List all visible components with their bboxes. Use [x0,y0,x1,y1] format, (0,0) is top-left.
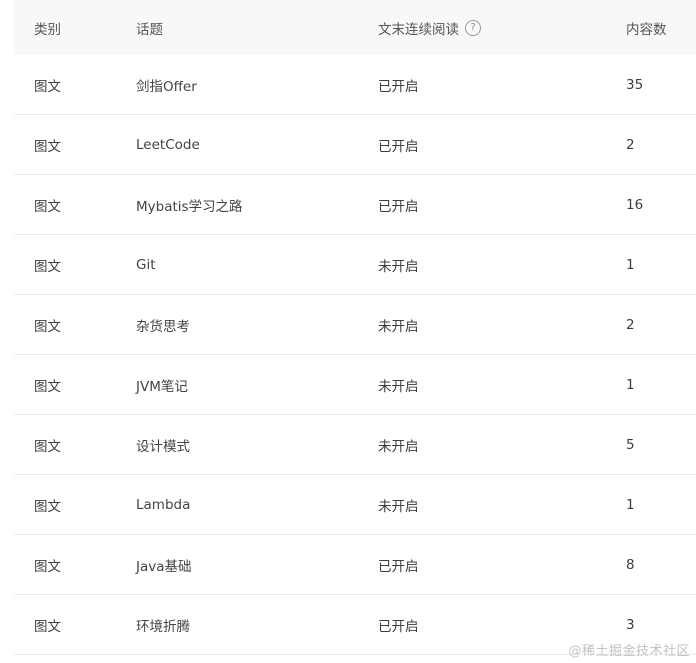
row-category: 图文 [34,258,61,275]
row-count: 1 [626,496,635,513]
row-category: 图文 [34,318,61,335]
table-row[interactable]: 图文 JVM笔记 未开启 1 [14,355,696,415]
row-category: 图文 [34,438,61,455]
row-topic: Git [136,256,156,273]
row-category: 图文 [34,498,61,515]
row-count: 5 [626,436,635,453]
header-category: 类别 [34,21,61,38]
table-row[interactable]: 图文 Java基础 已开启 8 [14,535,696,595]
table-body: 图文 剑指Offer 已开启 35 图文 LeetCode 已开启 2 图文 Mybatis学习之… [14,55,696,655]
row-status: 未开启 [378,498,419,515]
row-count: 1 [626,376,635,393]
row-topic: Lambda [136,496,191,513]
row-topic: 设计模式 [136,438,190,455]
row-count: 16 [626,196,644,213]
table-row[interactable]: 图文 Mybatis学习之路 已开启 16 [14,175,696,235]
watermark: @稀土掘金技术社区 [568,644,690,659]
row-category: 图文 [34,378,61,395]
row-status: 未开启 [378,438,419,455]
row-status: 已开启 [378,558,419,575]
table-row[interactable]: 图文 杂货思考 未开启 2 [14,295,696,355]
row-status: 已开启 [378,198,419,215]
row-topic: 环境折腾 [136,618,190,635]
table-row[interactable]: 图文 LeetCode 已开启 2 [14,115,696,175]
row-count: 2 [626,316,635,333]
header-count: 内容数 [626,21,667,38]
row-topic: LeetCode [136,136,200,153]
row-category: 图文 [34,558,61,575]
row-count: 8 [626,556,635,573]
row-topic: 剑指Offer [136,78,197,95]
question-circle-icon[interactable]: ? [465,19,481,36]
row-status: 未开启 [378,318,419,335]
header-continuous-reading: 文末连续阅读 ? [378,0,481,55]
row-status: 已开启 [378,138,419,155]
table-header: 类别 话题 文末连续阅读 ? 内容数 [14,0,696,55]
row-count: 1 [626,256,635,273]
table-row[interactable]: 图文 Lambda 未开启 1 [14,475,696,535]
table-row[interactable]: 图文 设计模式 未开启 5 [14,415,696,475]
row-category: 图文 [34,198,61,215]
row-topic: 杂货思考 [136,318,190,335]
row-status: 已开启 [378,78,419,95]
header-topic: 话题 [136,21,163,38]
row-topic: JVM笔记 [136,378,188,395]
table-row[interactable]: 图文 剑指Offer 已开启 35 [14,55,696,115]
row-status: 已开启 [378,618,419,635]
row-category: 图文 [34,78,61,95]
row-status: 未开启 [378,258,419,275]
row-topic: Java基础 [136,558,192,575]
row-count: 2 [626,136,635,153]
row-count: 35 [626,76,644,93]
row-status: 未开启 [378,378,419,395]
topics-table: 类别 话题 文末连续阅读 ? 内容数 图文 剑指Offer 已开启 35 图文 LeetC… [14,0,696,655]
header-continuous-reading-label: 文末连续阅读 [378,21,459,38]
row-topic: Mybatis学习之路 [136,198,243,215]
row-category: 图文 [34,618,61,635]
table-row[interactable]: 图文 Git 未开启 1 [14,235,696,295]
row-category: 图文 [34,138,61,155]
